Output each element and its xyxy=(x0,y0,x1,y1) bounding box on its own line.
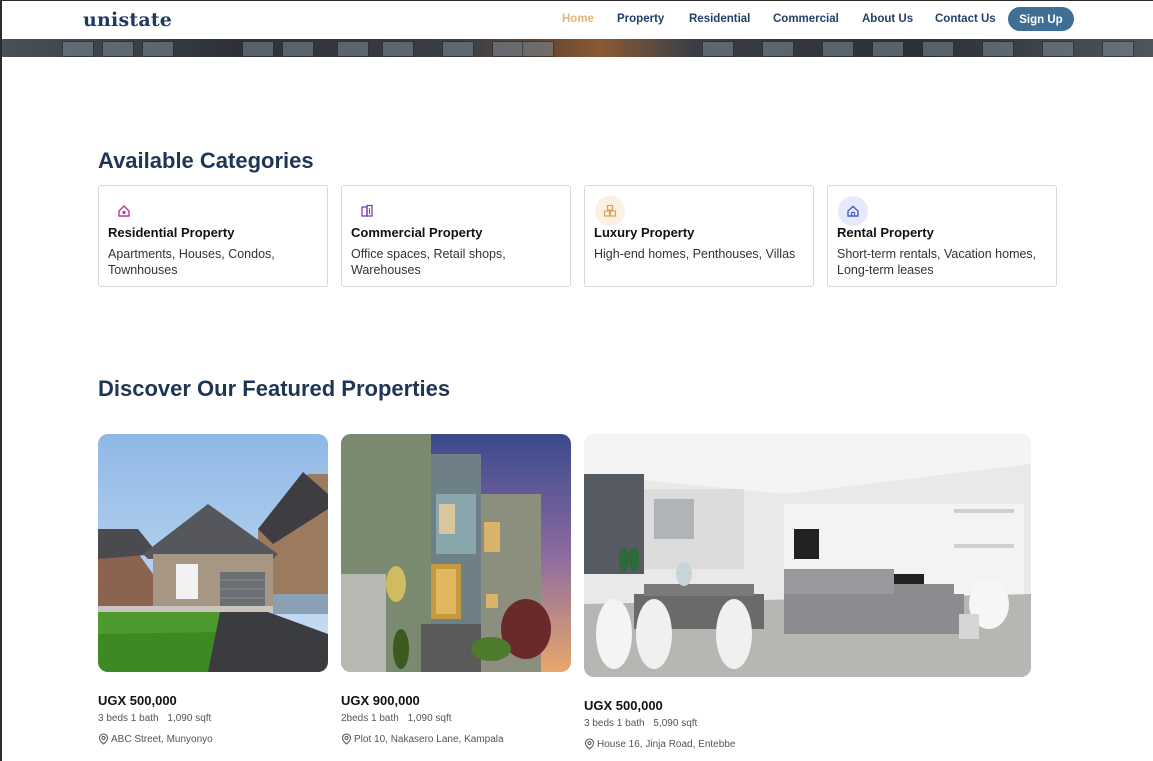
categories-title: Available Categories xyxy=(98,148,314,173)
category-name: Rental Property xyxy=(837,225,934,240)
property-location-text: Plot 10, Nakasero Lane, Kampala xyxy=(354,733,504,745)
property-price: UGX 500,000 xyxy=(584,698,663,713)
home-icon xyxy=(838,196,868,226)
window-frame-left xyxy=(0,0,2,761)
property-location: ABC Street, Munyonyo xyxy=(98,733,213,745)
category-name: Residential Property xyxy=(108,225,235,240)
property-image-2[interactable] xyxy=(341,434,571,672)
nav-about-us[interactable]: About Us xyxy=(862,13,913,25)
featured-title: Discover Our Featured Properties xyxy=(98,376,451,401)
nav-contact-us[interactable]: Contact Us xyxy=(935,13,996,25)
property-area: 5,090 sqft xyxy=(653,718,698,729)
map-pin-icon xyxy=(341,733,352,745)
property-location: House 16, Jinja Road, Entebbe xyxy=(584,738,735,750)
property-location: Plot 10, Nakasero Lane, Kampala xyxy=(341,733,504,745)
property-meta: 2beds 1 bath 1,090 sqft xyxy=(341,713,458,724)
category-description: Apartments, Houses, Condos, Townhouses xyxy=(108,247,275,277)
property-meta: 3 beds 1 bath 1,090 sqft xyxy=(98,713,217,724)
property-area: 1,090 sqft xyxy=(167,713,212,724)
nav-residential[interactable]: Residential xyxy=(689,13,750,25)
category-name: Commercial Property xyxy=(351,225,483,240)
category-description: Short-term rentals, Vacation homes, Long… xyxy=(837,247,1037,277)
nav-home[interactable]: Home xyxy=(562,13,594,25)
house-heart-icon xyxy=(109,196,139,226)
property-price: UGX 500,000 xyxy=(98,693,177,708)
property-image-3[interactable] xyxy=(584,434,1031,677)
property-image-1[interactable] xyxy=(98,434,328,672)
nav-property[interactable]: Property xyxy=(617,13,664,25)
property-area: 1,090 sqft xyxy=(407,713,452,724)
navbar: unistate Home Property Residential Comme… xyxy=(2,1,1153,39)
property-beds: 3 beds 1 bath xyxy=(584,718,645,729)
category-card-luxury[interactable]: Luxury Property High-end homes, Penthous… xyxy=(584,185,814,287)
signup-button[interactable]: Sign Up xyxy=(1008,7,1074,31)
property-price: UGX 900,000 xyxy=(341,693,420,708)
nav-commercial[interactable]: Commercial xyxy=(773,13,839,25)
property-location-text: ABC Street, Munyonyo xyxy=(111,733,213,745)
hero-image xyxy=(2,39,1153,57)
building-icon xyxy=(352,196,382,226)
map-pin-icon xyxy=(584,738,595,750)
map-pin-icon xyxy=(98,733,109,745)
property-location-text: House 16, Jinja Road, Entebbe xyxy=(597,738,736,750)
property-beds: 3 beds 1 bath xyxy=(98,713,159,724)
category-card-residential[interactable]: Residential Property Apartments, Houses,… xyxy=(98,185,328,287)
logo[interactable]: unistate xyxy=(83,9,172,31)
category-card-rental[interactable]: Rental Property Short-term rentals, Vaca… xyxy=(827,185,1057,287)
property-beds: 2beds 1 bath xyxy=(341,713,399,724)
category-name: Luxury Property xyxy=(594,225,695,240)
boxes-icon xyxy=(595,196,625,226)
category-description: Office spaces, Retail shops, Warehouses xyxy=(351,247,506,277)
category-description: High-end homes, Penthouses, Villas xyxy=(594,247,796,261)
category-card-commercial[interactable]: Commercial Property Office spaces, Retai… xyxy=(341,185,571,287)
property-meta: 3 beds 1 bath 5,090 sqft xyxy=(584,718,703,729)
